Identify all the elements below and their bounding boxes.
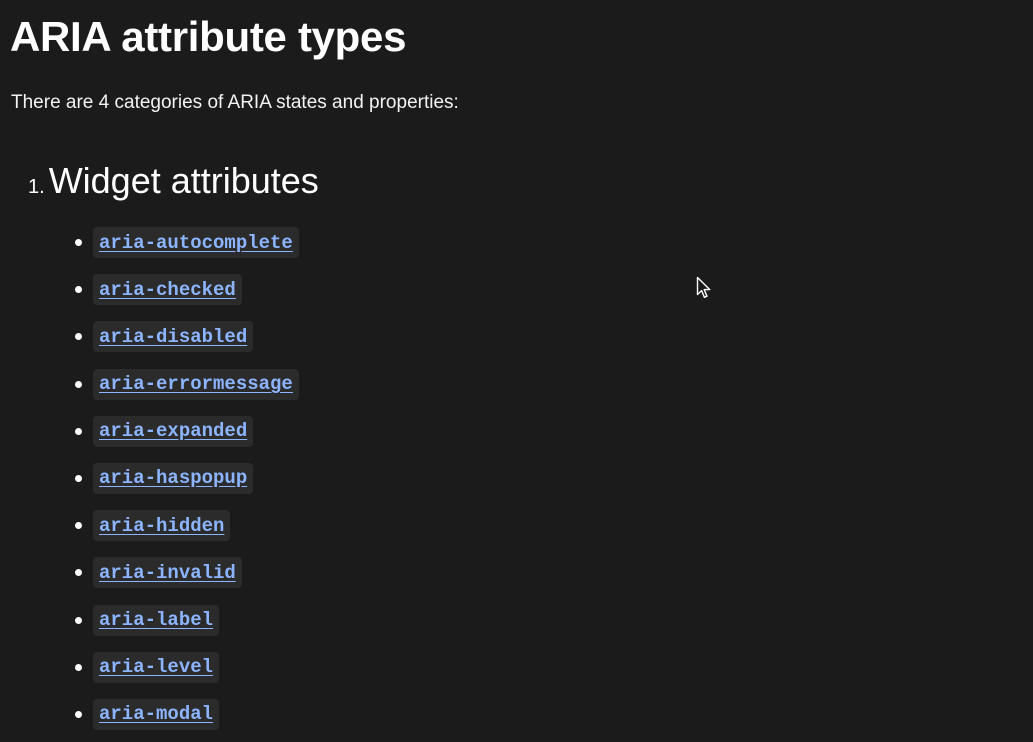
attribute-link-aria-level[interactable]: aria-level bbox=[99, 656, 213, 678]
attribute-link-aria-disabled[interactable]: aria-disabled bbox=[99, 326, 247, 348]
bullet-icon bbox=[75, 239, 82, 246]
attribute-link-aria-expanded[interactable]: aria-expanded bbox=[99, 420, 247, 442]
section-title: Widget attributes bbox=[48, 160, 319, 201]
bullet-icon bbox=[75, 427, 82, 435]
attribute-link-aria-hidden[interactable]: aria-hidden bbox=[99, 515, 224, 537]
code-chip: aria-expanded bbox=[93, 415, 254, 447]
code-chip: aria-label bbox=[93, 604, 220, 636]
code-chip: aria-autocomplete bbox=[93, 227, 299, 258]
code-chip: aria-invalid bbox=[93, 557, 242, 589]
attribute-link-aria-checked[interactable]: aria-checked bbox=[99, 279, 236, 301]
attribute-link-aria-modal[interactable]: aria-modal bbox=[99, 703, 213, 725]
attribute-link-aria-haspopup[interactable]: aria-haspopup bbox=[99, 467, 247, 489]
attribute-link-aria-autocomplete[interactable]: aria-autocomplete bbox=[99, 232, 293, 254]
bullet-icon bbox=[75, 380, 82, 388]
bullet-icon bbox=[75, 663, 82, 671]
code-chip: aria-disabled bbox=[93, 321, 254, 353]
page-title: ARIA attribute types bbox=[10, 13, 407, 60]
section-number: 1. bbox=[28, 176, 45, 198]
section-heading: 1. Widget attributes bbox=[28, 160, 319, 202]
code-chip: aria-hidden bbox=[93, 510, 231, 542]
bullet-icon bbox=[75, 474, 82, 482]
bullet-icon bbox=[75, 616, 82, 624]
mouse-pointer-icon bbox=[696, 276, 711, 298]
code-chip: aria-level bbox=[93, 651, 220, 683]
bullet-icon bbox=[75, 710, 82, 718]
bullet-icon bbox=[75, 522, 82, 530]
attribute-link-aria-errormessage[interactable]: aria-errormessage bbox=[99, 373, 293, 395]
code-chip: aria-checked bbox=[93, 274, 242, 306]
code-chip: aria-modal bbox=[93, 698, 220, 730]
bullet-icon bbox=[75, 333, 82, 341]
attribute-link-aria-label[interactable]: aria-label bbox=[99, 609, 213, 631]
bullet-icon bbox=[75, 569, 82, 577]
code-chip: aria-errormessage bbox=[93, 368, 299, 400]
bullet-icon bbox=[75, 286, 82, 294]
code-chip: aria-haspopup bbox=[93, 462, 254, 494]
attribute-link-aria-invalid[interactable]: aria-invalid bbox=[99, 562, 236, 584]
page: ARIA attribute types There are 4 categor… bbox=[0, 0, 1033, 742]
intro-paragraph: There are 4 categories of ARIA states an… bbox=[11, 92, 459, 113]
